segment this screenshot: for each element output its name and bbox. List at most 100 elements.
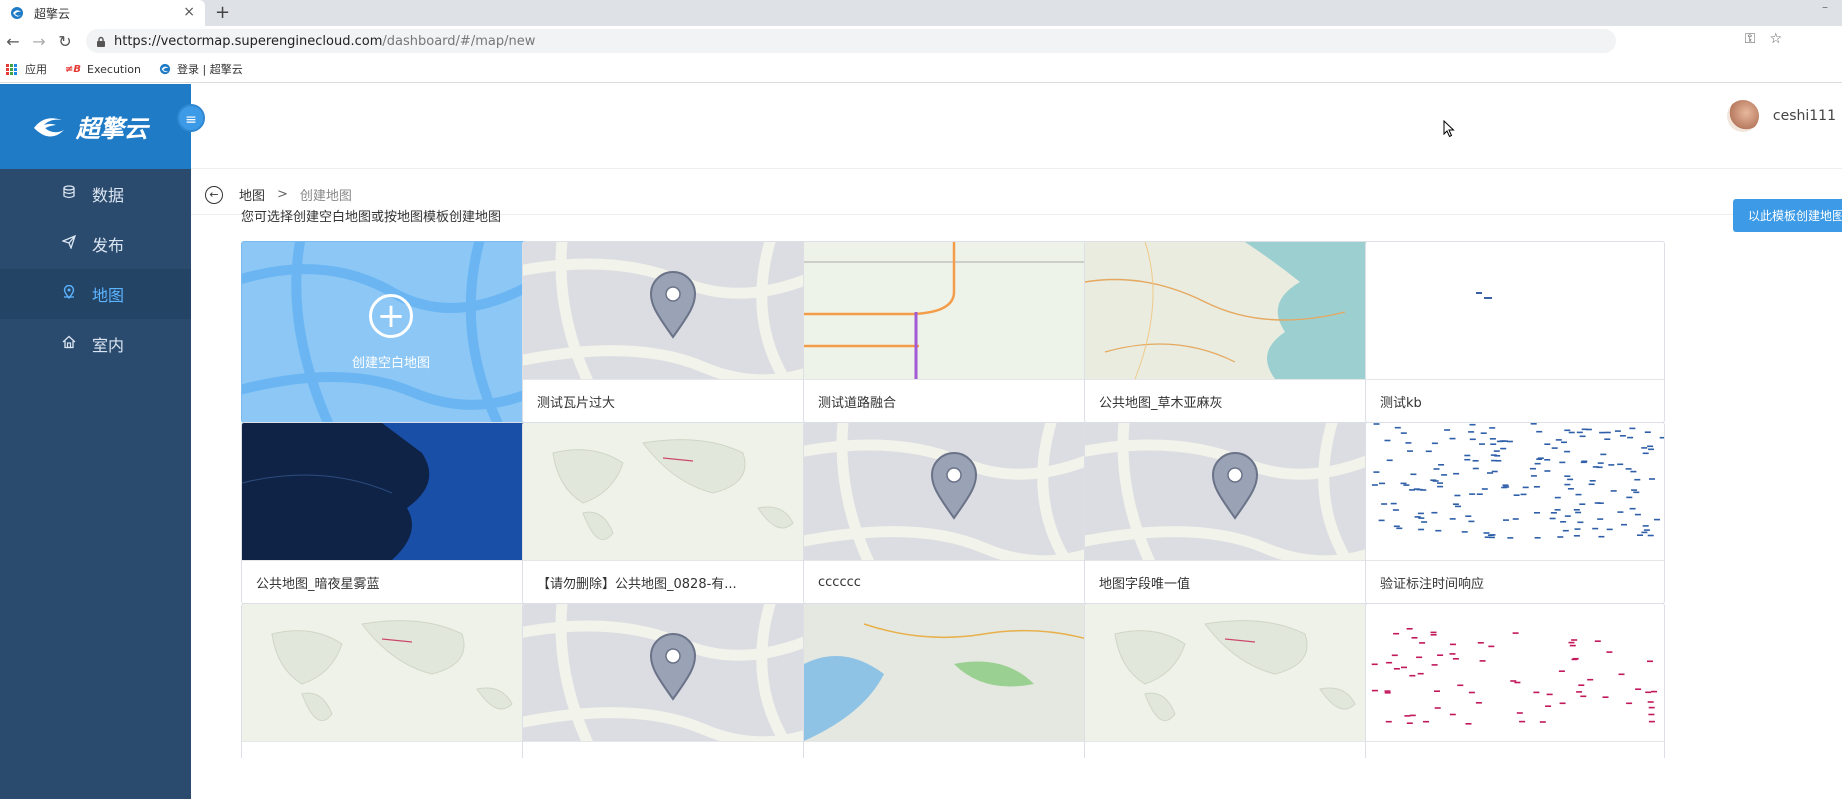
sidebar-item-label: 数据 (92, 186, 125, 205)
map-thumbnail (523, 242, 821, 379)
map-template-card[interactable]: 公共地图_暗夜星雾蓝 (241, 422, 541, 604)
apps-grid-icon (6, 63, 17, 75)
map-template-card[interactable]: 测试道路融合 (803, 241, 1103, 423)
logo[interactable]: 超擎云 (0, 84, 191, 169)
map-template-card[interactable] (241, 603, 541, 758)
map-thumbnail (523, 604, 821, 741)
logo-text: 超擎云 (76, 115, 148, 143)
map-template-title: 【请勿删除】公共地图_0828-有... (523, 560, 821, 603)
sidebar-item-label: 室内 (92, 336, 125, 355)
forward-icon[interactable]: → (26, 32, 52, 51)
browser-tab-bar: 超擎云 × + – (0, 0, 1842, 26)
tab-title: 超擎云 (34, 6, 71, 21)
map-thumbnail (523, 423, 821, 560)
map-thumbnail (804, 423, 1102, 560)
superengine-favicon (11, 7, 23, 19)
bookmark-apps[interactable]: 应用 (6, 61, 47, 77)
map-thumbnail (1366, 604, 1664, 741)
map-template-card[interactable]: 公共地图_草木亚麻灰 (1084, 241, 1384, 423)
map-template-card[interactable]: 测试瓦片过大 (522, 241, 822, 423)
tab-close-icon[interactable]: × (183, 4, 195, 20)
map-thumbnail (1366, 242, 1664, 379)
create-blank-map-card[interactable]: + 创建空白地图 (241, 241, 541, 423)
map-template-title: 地图字段唯一值 (1085, 560, 1383, 603)
sidebar-item-indoor[interactable]: 室内 (0, 319, 191, 369)
map-template-card[interactable] (522, 603, 822, 758)
map-template-card[interactable]: cccccc (803, 422, 1103, 604)
map-template-title: 公共地图_暗夜星雾蓝 (242, 560, 540, 603)
execution-icon: ≠B (65, 63, 82, 75)
sidebar: 超擎云 数据 发布 地图 室内 (0, 84, 191, 799)
database-icon (60, 185, 78, 203)
map-thumbnail (242, 604, 540, 741)
map-template-card[interactable]: 【请勿删除】公共地图_0828-有... (522, 422, 822, 604)
back-circle-icon[interactable]: ← (205, 185, 223, 204)
bookmark-label: Execution (87, 62, 141, 76)
url-host: https://vectormap.superenginecloud.com (114, 33, 383, 49)
sidebar-item-label: 发布 (92, 236, 125, 255)
superengine-logo-icon (34, 117, 64, 137)
reload-icon[interactable]: ↻ (52, 32, 78, 51)
star-icon[interactable]: ☆ (1769, 31, 1782, 47)
map-thumbnail (804, 604, 1102, 741)
map-template-title (804, 741, 1102, 758)
map-thumbnail (1085, 242, 1383, 379)
breadcrumb-map-link[interactable]: 地图 (239, 185, 265, 204)
hint-text: 您可选择创建空白地图或按地图模板创建地图 (241, 210, 502, 225)
home-icon (60, 335, 78, 353)
sidebar-item-data[interactable]: 数据 (0, 169, 191, 219)
map-template-title: 验证标注时间响应 (1366, 560, 1664, 603)
url-field[interactable]: https://vectormap.superenginecloud.com/d… (86, 29, 1616, 53)
bookmark-execution[interactable]: ≠B Execution (65, 63, 141, 76)
new-tab-button[interactable]: + (215, 2, 230, 23)
url-path: /dashboard/#/map/new (382, 33, 536, 49)
key-icon[interactable]: ⚿ (1745, 31, 1756, 47)
map-thumbnail (1366, 423, 1664, 560)
breadcrumb-current: 创建地图 (299, 189, 352, 204)
sidebar-item-publish[interactable]: 发布 (0, 219, 191, 269)
app-root: 超擎云 数据 发布 地图 室内 ≡ ceshi111 ← 地图 > 创建地图 您… (0, 84, 1842, 799)
address-bar-row: ← → ↻ https://vectormap.superenginecloud… (0, 26, 1842, 74)
map-template-card[interactable] (1365, 603, 1665, 758)
bookmark-label: 登录 | 超擎云 (177, 63, 243, 76)
sidebar-item-label: 地图 (92, 286, 125, 305)
map-template-title: 公共地图_草木亚麻灰 (1085, 379, 1383, 422)
mouse-cursor-icon (1443, 120, 1455, 138)
map-template-title: 测试道路融合 (804, 379, 1102, 422)
map-pin-icon (60, 284, 78, 304)
create-from-template-button[interactable]: 以此模板创建地图 (1733, 199, 1842, 232)
map-template-title (1366, 741, 1664, 758)
minimize-icon[interactable]: – (1822, 0, 1828, 14)
map-template-card[interactable]: 地图字段唯一值 (1084, 422, 1384, 604)
map-thumbnail (1085, 423, 1383, 560)
bookmark-label: 应用 (25, 63, 47, 76)
map-template-card[interactable]: 测试kb (1365, 241, 1665, 423)
map-thumbnail (804, 242, 1102, 379)
map-thumbnail (242, 423, 540, 560)
send-icon (60, 234, 78, 253)
superengine-icon (159, 63, 171, 75)
map-template-card[interactable]: 验证标注时间响应 (1365, 422, 1665, 604)
top-bar: ceshi111 (191, 84, 1842, 169)
menu-toggle-button[interactable]: ≡ (177, 104, 205, 132)
map-template-title: cccccc (804, 560, 1102, 603)
sidebar-item-map[interactable]: 地图 (0, 269, 191, 319)
map-template-title (242, 741, 540, 758)
breadcrumb-separator: > (277, 187, 288, 202)
map-template-title: 测试kb (1366, 379, 1664, 422)
browser-tab[interactable]: 超擎云 × (0, 0, 205, 26)
map-template-title (1085, 741, 1383, 758)
avatar (1726, 100, 1759, 132)
map-template-card[interactable] (1084, 603, 1384, 758)
sidebar-nav: 数据 发布 地图 室内 (0, 169, 191, 369)
user-menu[interactable]: ceshi111 (1726, 100, 1836, 132)
user-name: ceshi111 (1772, 108, 1836, 124)
back-icon[interactable]: ← (0, 32, 26, 51)
bookmark-login[interactable]: 登录 | 超擎云 (159, 61, 243, 77)
plus-circle-icon: + (369, 293, 413, 338)
map-template-card[interactable] (803, 603, 1103, 758)
map-thumbnail (1085, 604, 1383, 741)
lock-icon (97, 36, 105, 47)
template-grid: + 创建空白地图 测试瓦片过大 测试道路融合 公共地图_草木亚麻灰 测试kb 公… (241, 241, 1842, 758)
map-template-title (523, 741, 821, 758)
